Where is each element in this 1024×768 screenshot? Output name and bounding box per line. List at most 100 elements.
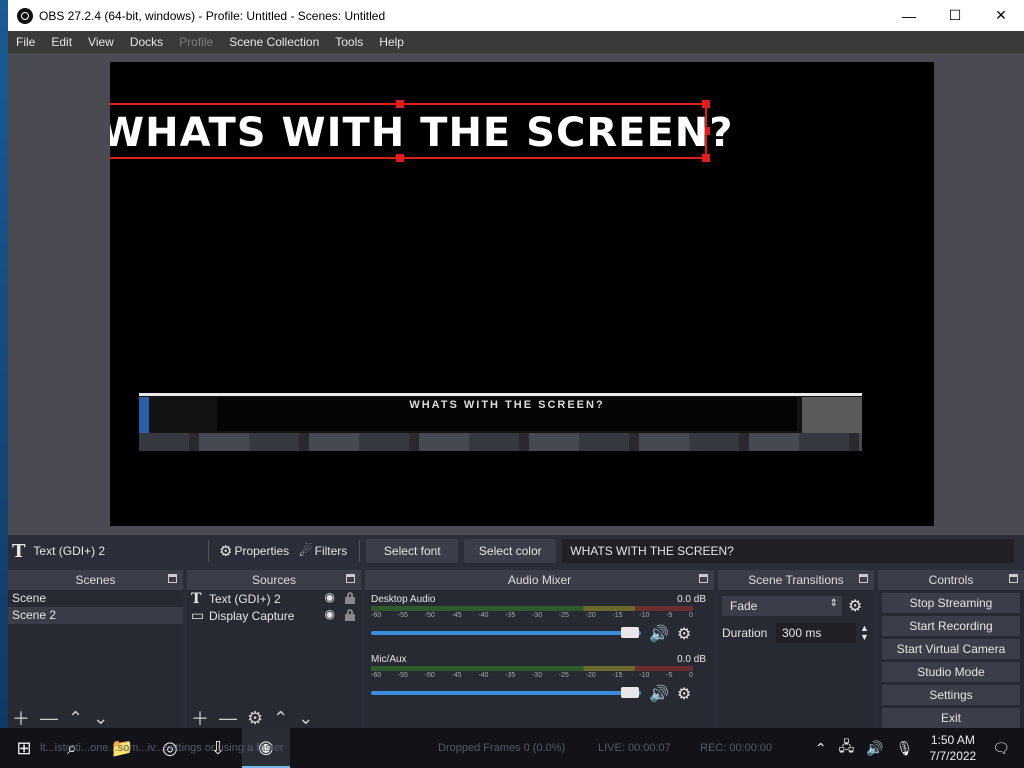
meter-ticks: -60 -55 -50 -45 -40 -35 -30 -25 -20 -15 -10 -5 0: [371, 612, 693, 619]
maximize-button[interactable]: ☐: [932, 0, 978, 31]
settings-button[interactable]: Settings: [882, 685, 1020, 705]
move-up-icon[interactable]: ⌃: [68, 708, 83, 729]
channel-db: 0.0 dB: [677, 594, 706, 605]
context-source-name: Text (GDI+) 2: [33, 544, 106, 558]
sources-dock: Sources T Text (GDI+) 2 ◉ ▭ Display Capt…: [187, 570, 361, 728]
filters-button[interactable]: ☄ Filters: [299, 542, 347, 560]
menu-bar: File Edit View Docks Profile Scene Colle…: [8, 31, 1024, 53]
monitor-icon: ▭: [191, 607, 205, 624]
text-value-field[interactable]: WHATS WITH THE SCREEN?: [562, 539, 1015, 563]
obs-window: OBS 27.2.4 (64-bit, windows) - Profile: …: [8, 0, 1024, 728]
scene-transitions-header: Scene Transitions: [718, 570, 874, 590]
preview-canvas[interactable]: WHATS WITH THE SCREEN? WHATS WITH THE SC…: [110, 62, 934, 526]
context-bar: T Text (GDI+) 2 ⚙ Properties ☄ Filters S…: [8, 535, 1024, 567]
undock-icon[interactable]: [699, 574, 708, 583]
menu-help[interactable]: Help: [371, 31, 412, 53]
updown-icon: ⇕: [829, 597, 838, 609]
undock-icon[interactable]: [346, 574, 355, 583]
gear-icon: ⚙: [219, 543, 233, 560]
audio-mixer-dock: Audio Mixer Desktop Audio 0.0 dB -60 -55-…: [365, 570, 714, 728]
notification-icon[interactable]: 🗨: [986, 740, 1024, 757]
speaker-icon[interactable]: 🔊: [649, 684, 669, 704]
network-icon[interactable]: 🖧: [833, 736, 861, 760]
move-down-icon[interactable]: ⌄: [93, 708, 108, 729]
display-capture-source: WHATS WITH THE SCREEN?: [139, 393, 862, 451]
source-item[interactable]: ▭ Display Capture ◉: [187, 607, 361, 624]
channel-db: 0.0 dB: [677, 654, 706, 665]
capture-mirror-text: WHATS WITH THE SCREEN?: [409, 399, 605, 411]
visibility-eye-icon[interactable]: ◉: [325, 607, 335, 621]
rec-timer: REC: 00:00:00: [700, 742, 773, 754]
context-source: T Text (GDI+) 2: [8, 541, 208, 562]
menu-profile: Profile: [179, 35, 214, 49]
add-scene-button[interactable]: ＋: [12, 705, 30, 728]
duration-input[interactable]: 300 ms: [776, 622, 856, 643]
gear-icon[interactable]: ⚙: [677, 684, 691, 704]
start-recording-button[interactable]: Start Recording: [882, 616, 1020, 636]
scenes-header: Scenes: [8, 570, 183, 590]
exit-button[interactable]: Exit: [882, 708, 1020, 728]
gear-icon[interactable]: ⚙: [848, 596, 862, 616]
volume-slider[interactable]: [371, 691, 641, 695]
menu-scene-collection[interactable]: Scene Collection: [221, 31, 327, 53]
select-font-button[interactable]: Select font: [366, 539, 459, 563]
text-source-overlay: WHATS WITH THE SCREEN?: [110, 110, 734, 156]
properties-button[interactable]: ⚙ Properties: [219, 542, 289, 560]
volume-meter: [371, 606, 693, 611]
audio-mixer-header: Audio Mixer: [365, 570, 714, 590]
scene-transitions-dock: Scene Transitions Fade ⇕ ⚙ Duration 300 …: [718, 570, 874, 728]
sources-header: Sources: [187, 570, 361, 590]
chevron-up-icon[interactable]: ⌃: [809, 740, 833, 757]
menu-view[interactable]: View: [80, 31, 122, 53]
lock-icon[interactable]: [345, 609, 355, 621]
text-icon: T: [12, 540, 26, 562]
undock-icon[interactable]: [1009, 574, 1018, 583]
filter-icon: ☄: [299, 543, 313, 560]
volume-slider-handle[interactable]: [621, 687, 639, 698]
close-button[interactable]: ✕: [978, 0, 1024, 31]
controls-dock: Controls Stop Streaming Start Recording …: [878, 570, 1024, 728]
duration-spinner[interactable]: ▲ ▼: [860, 623, 869, 642]
scene-item[interactable]: Scene: [8, 590, 183, 607]
window-title: OBS 27.2.4 (64-bit, windows) - Profile: …: [39, 8, 386, 23]
start-virtual-camera-button[interactable]: Start Virtual Camera: [882, 639, 1020, 659]
system-tray: ⌃ 🖧 🔊 🎙 1:50 AM 7/7/2022 🗨: [809, 728, 1024, 768]
microphone-icon[interactable]: 🎙: [890, 740, 920, 757]
clock[interactable]: 1:50 AM 7/7/2022: [920, 732, 987, 764]
volume-slider-handle[interactable]: [621, 627, 639, 638]
transition-select[interactable]: Fade ⇕: [722, 595, 842, 616]
undock-icon[interactable]: [859, 574, 868, 583]
volume-meter: [371, 666, 693, 671]
remove-source-button[interactable]: —: [219, 708, 237, 729]
menu-docks[interactable]: Docks: [122, 31, 171, 53]
add-source-button[interactable]: ＋: [191, 705, 209, 728]
controls-header: Controls: [878, 570, 1024, 590]
lock-icon[interactable]: [345, 592, 355, 604]
move-up-icon[interactable]: ⌃: [273, 708, 288, 729]
speaker-icon[interactable]: 🔊: [649, 624, 669, 644]
move-down-icon[interactable]: ⌄: [298, 708, 313, 729]
remove-scene-button[interactable]: —: [40, 708, 58, 729]
volume-slider[interactable]: [371, 631, 641, 635]
select-color-button[interactable]: Select color: [464, 539, 557, 563]
mixer-channel-desktop: Desktop Audio 0.0 dB -60 -55 -50 -45 -40 -35-…: [371, 594, 706, 644]
dropped-frames: Dropped Frames 0 (0.0%): [438, 742, 566, 754]
gear-icon[interactable]: ⚙: [247, 708, 263, 729]
speaker-icon[interactable]: 🔊: [860, 740, 889, 757]
studio-mode-button[interactable]: Studio Mode: [882, 662, 1020, 682]
gear-icon[interactable]: ⚙: [677, 624, 691, 644]
visibility-eye-icon[interactable]: ◉: [325, 590, 335, 604]
stop-streaming-button[interactable]: Stop Streaming: [882, 593, 1020, 613]
sources-toolbar: ＋ — ⚙ ⌃ ⌄: [187, 705, 361, 729]
desktop-background: [0, 0, 8, 728]
status-message: lt...istrati...one...som...iv...settings…: [40, 742, 284, 754]
menu-file[interactable]: File: [8, 31, 43, 53]
resize-handle-t[interactable]: [396, 100, 404, 108]
resize-handle-tr[interactable]: [702, 100, 710, 108]
scene-item-selected[interactable]: Scene 2: [8, 607, 183, 624]
menu-tools[interactable]: Tools: [327, 31, 371, 53]
menu-edit[interactable]: Edit: [43, 31, 80, 53]
source-item[interactable]: T Text (GDI+) 2 ◉: [187, 590, 361, 607]
minimize-button[interactable]: —: [886, 0, 932, 31]
undock-icon[interactable]: [168, 574, 177, 583]
